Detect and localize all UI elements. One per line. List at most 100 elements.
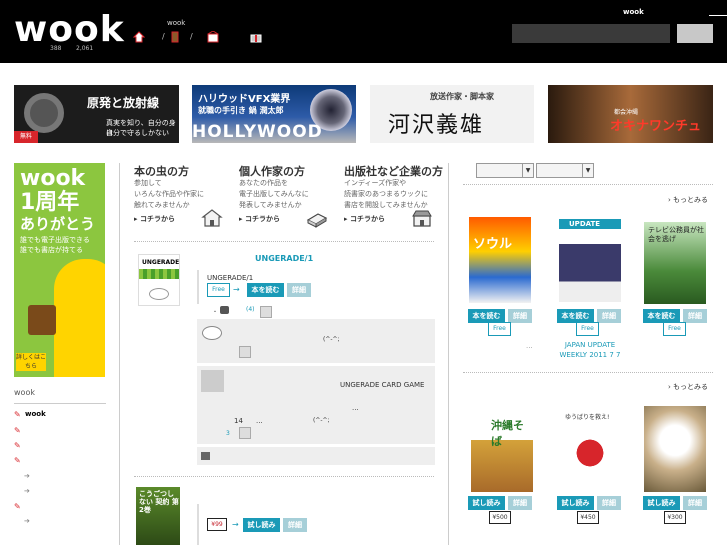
book-cover-japan-update[interactable]: UPDATE xyxy=(559,219,621,302)
cover-title: こうごつしない 契約 第2巻 xyxy=(139,490,179,514)
detail-button[interactable]: 詳細 xyxy=(597,309,621,323)
category-readers-title[interactable]: 本の虫の方 xyxy=(134,163,189,179)
more-link-label[interactable]: もっとみる xyxy=(673,383,708,391)
store-icon[interactable] xyxy=(207,31,219,43)
sidebar-divider xyxy=(14,403,106,404)
free-tag: Free xyxy=(576,322,599,336)
user-avatar[interactable] xyxy=(202,326,222,340)
category-publishers-link[interactable]: ▸ コチラから xyxy=(344,214,385,224)
header-login-link[interactable] xyxy=(709,8,727,16)
card-game-thumbnail[interactable] xyxy=(201,370,224,392)
category-desc-line: 触れてみませんか xyxy=(134,201,190,209)
book-cover-yubari[interactable]: ゆうばりを救え! xyxy=(559,406,621,492)
section-divider xyxy=(463,184,713,185)
card-game-title[interactable]: UNGERADE CARD GAME xyxy=(340,381,424,389)
filter-dropdown[interactable]: ▼ xyxy=(536,163,594,178)
price-tag: ¥99 xyxy=(207,518,227,531)
share-icon[interactable] xyxy=(201,452,210,460)
promo-details-badge: 詳しくはこちら xyxy=(16,353,47,371)
banner-writer[interactable]: 放送作家・脚本家 河沢義雄 xyxy=(370,85,534,143)
sort-dropdown[interactable]: ▼ xyxy=(476,163,534,178)
sidebar-item-label[interactable]: wook xyxy=(25,410,46,418)
header-user-link[interactable]: wook xyxy=(623,8,644,16)
more-link-label[interactable]: もっとみる xyxy=(673,196,708,204)
book-icon[interactable] xyxy=(169,31,181,43)
read-book-button[interactable]: 本を読む xyxy=(247,283,284,297)
category-link-label[interactable]: コチラから xyxy=(245,215,280,223)
detail-button[interactable]: 詳細 xyxy=(287,283,311,297)
promo-thanks: ありがとう xyxy=(20,215,96,233)
banner-title: 河沢義雄 xyxy=(388,113,485,138)
banner-okinawa[interactable]: 都会沖縄 オキナワンチュ xyxy=(548,85,713,143)
detail-button[interactable]: 詳細 xyxy=(283,518,307,532)
sub-arrow-icon[interactable]: ➔ xyxy=(24,487,30,495)
thumbs-up-icon[interactable] xyxy=(239,427,251,439)
column-divider xyxy=(448,163,449,545)
book-caption: ... xyxy=(526,342,533,350)
thumbs-up-icon[interactable] xyxy=(260,306,272,318)
read-book-button[interactable]: 本を読む xyxy=(643,309,680,323)
book-cover-dome[interactable] xyxy=(644,406,706,492)
thumbs-up-icon[interactable] xyxy=(239,346,251,358)
sub-arrow-icon[interactable]: ➔ xyxy=(24,472,30,480)
card-like-count[interactable]: 3 xyxy=(226,430,230,437)
detail-button[interactable]: 詳細 xyxy=(683,496,707,510)
category-readers-link[interactable]: ▸ コチラから xyxy=(134,214,175,224)
book-cover-okinawa-soba[interactable]: 沖縄そば xyxy=(471,405,533,492)
more-link[interactable]: › もっとみる xyxy=(668,195,708,205)
search-button[interactable] xyxy=(677,24,713,43)
category-authors-title[interactable]: 個人作家の方 xyxy=(239,163,305,179)
detail-button[interactable]: 詳細 xyxy=(508,496,532,510)
banner-radiation[interactable]: 原発と放射線 真実を知り、自分の身は 自分で守るしかない 無料 xyxy=(14,85,179,143)
trial-read-button[interactable]: 試し読み xyxy=(243,518,280,532)
pin-icon[interactable]: ✎ xyxy=(14,441,22,450)
header-site-name: wook xyxy=(167,19,186,27)
home-icon[interactable] xyxy=(133,31,145,43)
anniversary-promo[interactable]: wook 1周年 ありがとう 誰でも電子出版できる 誰でも書店が持てる 詳しくはこち… xyxy=(14,163,105,377)
feed-item-heading[interactable]: UNGERADE/1 xyxy=(255,254,313,263)
comment-icon[interactable] xyxy=(220,306,229,314)
banner-hollywood[interactable]: ハリウッドVFX業界 就職の手引き 鍋 潤太郎 HOLLYWOOD xyxy=(192,85,356,143)
like-count[interactable]: (4) xyxy=(246,306,255,313)
feed-book-title[interactable]: UNGERADE/1 xyxy=(207,274,253,282)
feed-book-cover[interactable]: UNGERADE xyxy=(138,254,180,306)
pin-icon[interactable]: ✎ xyxy=(14,502,22,511)
category-readers-desc: 参加して いろんな作品や作家に 触れてみませんか xyxy=(134,178,204,211)
free-tag: Free xyxy=(663,322,686,336)
category-authors-link[interactable]: ▸ コチラから xyxy=(239,214,280,224)
category-desc-line: 読書家のあつまるウックに xyxy=(344,190,428,198)
free-tag: Free xyxy=(488,322,511,336)
book-cover-seoul[interactable]: ソウル xyxy=(469,217,531,303)
detail-button[interactable]: 詳細 xyxy=(683,309,707,323)
section-divider xyxy=(463,372,713,373)
header-separator: / xyxy=(162,32,165,41)
book-title[interactable]: JAPAN UPDATE WEEKLY 2011 7 7 xyxy=(545,340,635,360)
trial-read-button[interactable]: 試し読み xyxy=(557,496,594,510)
category-desc-line: あなたの作品を xyxy=(239,179,288,187)
category-link-label[interactable]: コチラから xyxy=(350,215,385,223)
more-link[interactable]: › もっとみる xyxy=(668,382,708,392)
read-book-button[interactable]: 本を読む xyxy=(557,309,594,323)
book-title-line[interactable]: WEEKLY 2011 7 7 xyxy=(559,351,620,359)
trial-read-button[interactable]: 試し読み xyxy=(643,496,680,510)
banner-brand: HOLLYWOOD xyxy=(192,122,323,142)
read-book-button[interactable]: 本を読む xyxy=(468,309,505,323)
book-title-line[interactable]: JAPAN UPDATE xyxy=(565,341,615,349)
sub-arrow-icon[interactable]: ➔ xyxy=(24,517,30,525)
cover-title: 沖縄そば xyxy=(491,419,524,448)
search-input[interactable] xyxy=(512,24,670,43)
book-cover-tv[interactable]: テレビ公務員が社会を逃げ xyxy=(644,222,706,304)
header-separator: / xyxy=(190,32,193,41)
feed-book-cover[interactable]: こうごつしない 契約 第2巻 xyxy=(136,487,180,545)
trial-read-button[interactable]: 試し読み xyxy=(468,496,505,510)
pin-icon[interactable]: ✎ xyxy=(14,456,22,465)
cover-logo xyxy=(149,288,169,300)
site-logo[interactable]: wook xyxy=(14,10,125,50)
category-publishers-title[interactable]: 出版社など企業の方 xyxy=(344,163,443,179)
pin-icon[interactable]: ✎ xyxy=(14,426,22,435)
detail-button[interactable]: 詳細 xyxy=(597,496,621,510)
gift-icon[interactable] xyxy=(250,31,262,43)
detail-button[interactable]: 詳細 xyxy=(508,309,532,323)
category-link-label[interactable]: コチラから xyxy=(140,215,175,223)
promo-caption: 誰でも電子出版できる 誰でも書店が持てる xyxy=(20,235,90,255)
